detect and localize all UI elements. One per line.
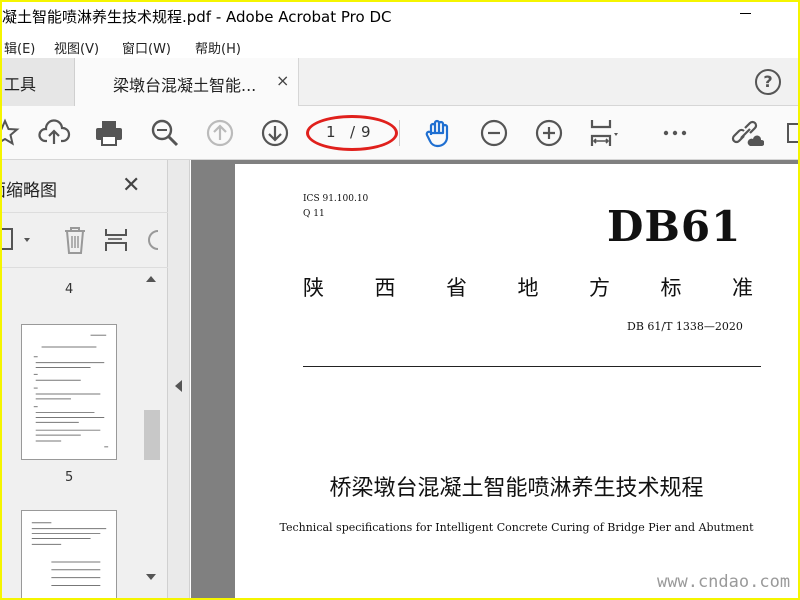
doc-standard-char: 地	[517, 276, 539, 300]
tab-document[interactable]: 梁墩台混凝土智能... ×	[75, 58, 299, 106]
tab-tools-label: 工具	[4, 75, 37, 94]
doc-standard-code: DB 61/T 1338—2020	[627, 320, 743, 333]
tab-close-icon[interactable]: ×	[276, 71, 289, 90]
menu-bar: 辑(E) 视图(V) 窗口(W) 帮助(H)	[2, 34, 798, 58]
thumbnail-page[interactable]	[21, 324, 117, 460]
doc-db-heading: DB61	[607, 202, 742, 251]
menu-help[interactable]: 帮助(H)	[195, 38, 241, 57]
document-viewer[interactable]: ICS 91.100.10 Q 11 DB61 陕 西 省 地 方 标 准 DB…	[191, 160, 798, 598]
thumbnail-sidebar: 页面缩略图 ✕ 4	[2, 160, 168, 598]
pdf-page: ICS 91.100.10 Q 11 DB61 陕 西 省 地 方 标 准 DB…	[235, 164, 798, 598]
menu-edit[interactable]: 辑(E)	[4, 38, 35, 57]
thumbnail-page-number: 4	[65, 282, 74, 297]
hand-tool-icon[interactable]	[422, 116, 456, 150]
upload-cloud-icon[interactable]	[37, 116, 71, 150]
collapse-arrow-icon[interactable]	[175, 380, 182, 392]
star-icon[interactable]	[2, 116, 22, 150]
toolbar-divider	[399, 120, 400, 146]
scroll-down-arrow[interactable]	[146, 574, 156, 580]
page-up-icon[interactable]	[203, 116, 237, 150]
rotate-page-icon[interactable]	[142, 223, 168, 257]
insert-page-icon[interactable]	[102, 223, 132, 257]
doc-standard-char: 省	[446, 276, 467, 300]
minimize-button[interactable]	[736, 4, 756, 24]
more-icon[interactable]	[658, 116, 692, 150]
window-title: 凝土智能喷淋养生技术规程.pdf - Adobe Acrobat Pro DC	[2, 8, 392, 26]
thumbnail-list: 4 5	[2, 270, 142, 598]
sidebar-title: 页面缩略图	[2, 181, 57, 201]
delete-page-icon[interactable]	[60, 223, 90, 257]
scrollbar-thumb[interactable]	[144, 410, 160, 460]
doc-divider	[303, 366, 761, 367]
thumbnail-page[interactable]	[21, 510, 117, 598]
help-icon[interactable]: ?	[755, 69, 781, 95]
doc-standard-char: 陕	[303, 276, 324, 300]
tab-document-label: 梁墩台混凝土智能...	[113, 76, 257, 95]
zoom-search-icon[interactable]	[148, 116, 182, 150]
doc-standard-char: 西	[374, 276, 396, 300]
sidebar-header: 页面缩略图 ✕	[2, 160, 168, 212]
scroll-up-arrow[interactable]	[146, 276, 156, 282]
doc-q-code: Q 11	[303, 209, 325, 219]
menu-view[interactable]: 视图(V)	[54, 38, 99, 57]
sidebar-toolbar	[2, 212, 168, 268]
sidebar-collapse-handle[interactable]	[168, 160, 190, 598]
acrobat-window: 凝土智能喷淋养生技术规程.pdf - Adobe Acrobat Pro DC …	[2, 2, 798, 598]
edge-icon[interactable]	[784, 116, 798, 150]
tab-tools[interactable]: 工具	[2, 58, 75, 106]
thumbnail-page-number: 5	[65, 470, 74, 485]
zoom-in-icon[interactable]	[532, 116, 566, 150]
doc-title-chinese: 桥梁墩台混凝土智能喷淋养生技术规程	[329, 476, 704, 501]
menu-window[interactable]: 窗口(W)	[122, 38, 171, 57]
doc-standard-type: 陕 西 省 地 方 标 准	[303, 272, 753, 302]
main-toolbar: 1 / 9	[2, 106, 798, 160]
doc-standard-char: 标	[660, 276, 682, 300]
doc-title-english: Technical specifications for Intelligent…	[279, 521, 754, 534]
fit-page-icon[interactable]	[586, 116, 620, 150]
page-down-icon[interactable]	[258, 116, 292, 150]
doc-standard-char: 方	[589, 276, 610, 300]
thumbnail-options-icon[interactable]	[2, 225, 36, 255]
print-icon[interactable]	[92, 116, 126, 150]
doc-ics-code: ICS 91.100.10	[303, 194, 369, 204]
sidebar-close-icon[interactable]: ✕	[122, 173, 140, 198]
highlight-annotation	[306, 115, 398, 151]
link-cloud-icon[interactable]	[730, 116, 765, 150]
site-watermark: www.cndao.com	[657, 572, 791, 592]
doc-standard-char: 准	[732, 276, 753, 300]
zoom-out-icon[interactable]	[477, 116, 511, 150]
title-bar: 凝土智能喷淋养生技术规程.pdf - Adobe Acrobat Pro DC	[2, 2, 798, 32]
tab-bar: 工具 梁墩台混凝土智能... × ?	[2, 58, 798, 106]
thumbnail-scrollbar[interactable]	[142, 270, 162, 598]
